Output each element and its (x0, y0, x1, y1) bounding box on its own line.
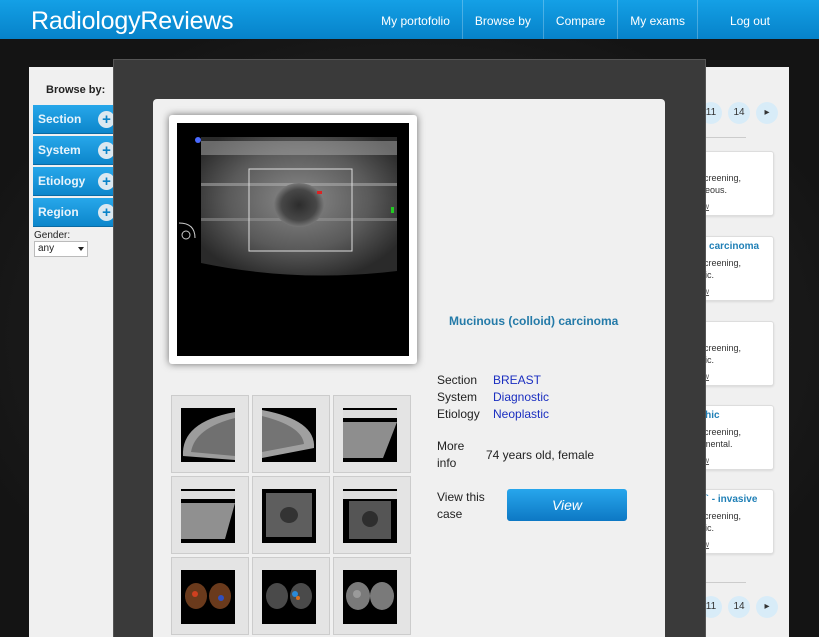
mammogram-thumb (343, 408, 397, 462)
sidebar-item-system[interactable]: System + (33, 136, 120, 165)
logo-part-2: Reviews (140, 7, 234, 35)
pagination-bottom: 11 14 ▸ (700, 596, 778, 618)
etiology-label: Etiology (437, 407, 480, 421)
section-value-link[interactable]: BREAST (493, 373, 541, 387)
sidebar-item-section[interactable]: Section + (33, 105, 120, 134)
sidebar-item-label: System (38, 143, 81, 157)
ultrasound-thumb (262, 489, 316, 543)
ultrasound-picture (177, 123, 409, 356)
mammogram-thumb (262, 408, 316, 462)
nav-my-portofolio[interactable]: My portofolio (369, 0, 462, 39)
browse-title: Browse by: (46, 84, 106, 96)
sidebar-item-label: Etiology (38, 174, 86, 188)
thumbnail[interactable] (333, 476, 411, 554)
main-image-frame (169, 115, 417, 364)
sidebar-item-etiology[interactable]: Etiology + (33, 167, 120, 196)
gender-select[interactable]: any (34, 241, 88, 257)
next-page-icon[interactable]: ▸ (756, 102, 778, 124)
system-label: System (437, 390, 478, 404)
nav-log-out[interactable]: Log out (696, 0, 819, 39)
view-button[interactable]: View (507, 489, 627, 521)
nav-my-exams[interactable]: My exams (617, 0, 697, 39)
mri-thumb (343, 570, 397, 624)
section-label: Section (437, 373, 478, 387)
gender-select-value: any (38, 243, 55, 254)
chevron-down-icon (78, 247, 84, 251)
gender-label: Gender: (34, 230, 71, 241)
next-page-icon[interactable]: ▸ (756, 596, 778, 618)
logo-part-1: Radiology (31, 7, 141, 35)
app-logo[interactable]: RadiologyReviews (31, 7, 234, 36)
browse-sidebar: Browse by: Section + System + Etiology +… (29, 67, 121, 637)
thumbnail[interactable] (333, 395, 411, 473)
divider (700, 137, 746, 138)
thumbnail[interactable] (171, 476, 249, 554)
main-nav: My portofolio Browse by Compare My exams… (369, 0, 819, 39)
thumbnail[interactable] (171, 557, 249, 635)
thumbnail[interactable] (252, 557, 330, 635)
pagination-top: 11 14 ▸ (700, 102, 778, 124)
sidebar-item-region[interactable]: Region + (33, 198, 120, 227)
page-button[interactable]: 14 (728, 596, 750, 618)
mri-thumb (181, 570, 235, 624)
mammogram-thumb (181, 408, 235, 462)
nav-browse-by[interactable]: Browse by (461, 0, 543, 39)
nav-compare[interactable]: Compare (542, 0, 617, 39)
view-case-label: View this case (437, 490, 485, 521)
top-bar: RadiologyReviews My portofolio Browse by… (0, 0, 819, 39)
mammogram-thumb (181, 489, 235, 543)
results-panel: 11 14 ▸ tia , Screening, laneous. view c… (689, 67, 789, 637)
sidebar-item-label: Section (38, 112, 82, 126)
thumbnail[interactable] (252, 395, 330, 473)
ultrasound-thumb (343, 489, 397, 543)
sidebar-item-label: Region (38, 205, 79, 219)
etiology-value-link[interactable]: Neoplastic (493, 407, 549, 421)
diagnosis-title: Mucinous (colloid) carcinoma (449, 314, 619, 328)
thumbnail[interactable] (333, 557, 411, 635)
mri-thumb (262, 570, 316, 624)
more-info-label: More info (437, 439, 465, 470)
divider (700, 582, 746, 583)
system-value-link[interactable]: Diagnostic (493, 390, 549, 404)
thumbnail[interactable] (171, 395, 249, 473)
more-info-value: 74 years old, female (486, 448, 595, 462)
main-ultrasound-image[interactable] (177, 123, 409, 356)
page-button[interactable]: 14 (728, 102, 750, 124)
thumbnail[interactable] (252, 476, 330, 554)
